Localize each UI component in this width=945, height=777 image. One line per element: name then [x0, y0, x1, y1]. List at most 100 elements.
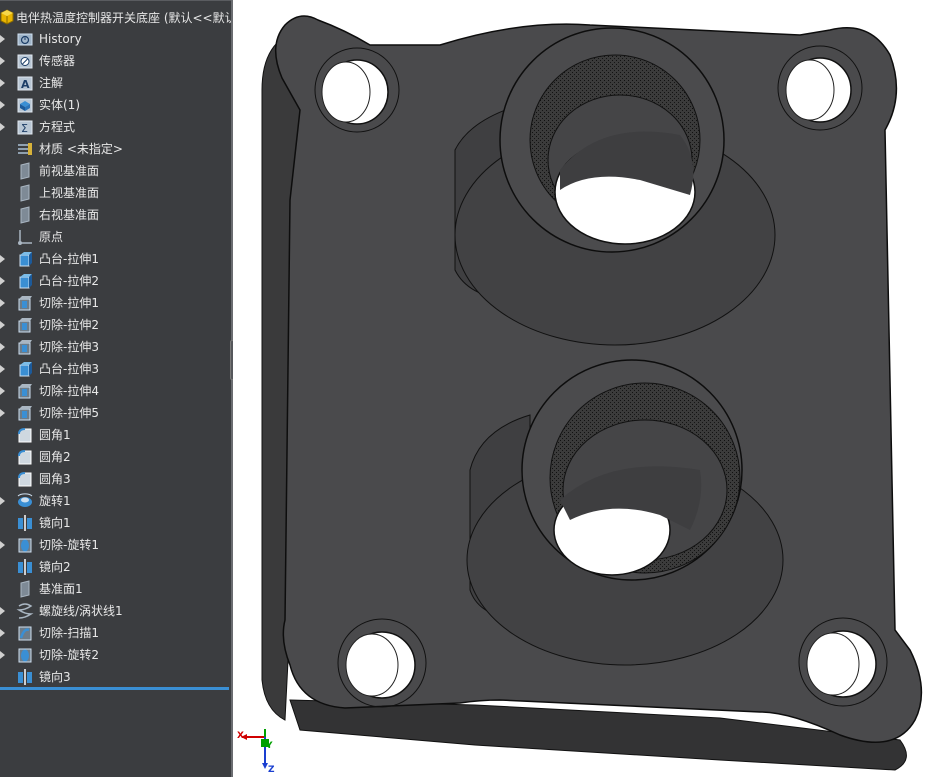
- tree-item[interactable]: 原点: [0, 226, 231, 248]
- tree-item-label: 圆角3: [39, 472, 71, 486]
- expand-arrow-icon[interactable]: [0, 35, 5, 43]
- expand-arrow-icon[interactable]: [0, 101, 5, 109]
- plane-icon: [20, 580, 30, 598]
- tree-item-label: 镜向3: [39, 670, 71, 684]
- tree-item[interactable]: 螺旋线/涡状线1: [0, 600, 231, 622]
- expand-arrow-icon[interactable]: [0, 365, 5, 373]
- tree-item[interactable]: 圆角2: [0, 446, 231, 468]
- tree-item-label: 切除-拉伸3: [39, 340, 99, 354]
- tree-item-label: 前视基准面: [39, 164, 100, 178]
- tree-item-label: 实体(1): [39, 98, 80, 112]
- cut-extrude-icon: [18, 406, 32, 421]
- plane-icon: [20, 162, 30, 180]
- tree-item[interactable]: 切除-旋转2: [0, 644, 231, 666]
- mirror-icon: [18, 515, 32, 531]
- expand-arrow-icon[interactable]: [0, 629, 5, 637]
- cut-sweep-icon: [18, 626, 32, 641]
- tree-item-label: 右视基准面: [39, 208, 100, 222]
- equations-icon: Σ: [17, 120, 33, 135]
- part-model[interactable]: [233, 0, 945, 777]
- tree-item[interactable]: 前视基准面: [0, 160, 231, 182]
- expand-arrow-icon[interactable]: [0, 607, 5, 615]
- triad-z-label: Z: [268, 765, 275, 775]
- cut-extrude-icon: [18, 318, 32, 333]
- material-icon: [18, 143, 32, 155]
- tree-item[interactable]: 切除-拉伸2: [0, 314, 231, 336]
- tree-item-label: 凸台-拉伸1: [39, 252, 99, 266]
- tree-item[interactable]: 凸台-拉伸1: [0, 248, 231, 270]
- tree-item[interactable]: Σ 方程式: [0, 116, 231, 138]
- expand-arrow-icon[interactable]: [0, 123, 5, 131]
- tree-item[interactable]: 凸台-拉伸3: [0, 358, 231, 380]
- tree-item-label: 切除-拉伸5: [39, 406, 99, 420]
- expand-arrow-icon[interactable]: [0, 57, 5, 65]
- expand-arrow-icon[interactable]: [0, 255, 5, 263]
- boss-extrude-icon: [19, 274, 32, 289]
- helix-icon: [16, 603, 34, 619]
- expand-arrow-icon[interactable]: [0, 321, 5, 329]
- tree-item-label: 圆角2: [39, 450, 71, 464]
- tree-item[interactable]: 基准面1: [0, 578, 231, 600]
- boss-extrude-icon: [19, 252, 32, 267]
- expand-arrow-icon[interactable]: [0, 651, 5, 659]
- tree-root-row[interactable]: 电伴热温度控制器开关底座 (默认<<默认>: [0, 0, 231, 29]
- tree-item[interactable]: A 注解: [0, 72, 231, 94]
- tree-item[interactable]: 实体(1): [0, 94, 231, 116]
- tree-item[interactable]: 圆角1: [0, 424, 231, 446]
- plane-icon: [20, 206, 30, 224]
- tree-item[interactable]: 圆角3: [0, 468, 231, 490]
- tree-item-label: 原点: [39, 230, 64, 244]
- tree-item[interactable]: 切除-旋转1: [0, 534, 231, 556]
- expand-arrow-icon[interactable]: [0, 497, 5, 505]
- tree-item[interactable]: 镜向2: [0, 556, 231, 578]
- tree-item-label: 基准面1: [39, 582, 83, 596]
- triad-x-label: X: [237, 731, 244, 741]
- fillet-icon: [18, 450, 32, 465]
- tree-item[interactable]: 镜向3: [0, 666, 231, 688]
- expand-arrow-icon[interactable]: [0, 541, 5, 549]
- expand-arrow-icon[interactable]: [0, 343, 5, 351]
- tree-item[interactable]: 切除-拉伸1: [0, 292, 231, 314]
- feature-manager-tree: 电伴热温度控制器开关底座 (默认<<默认> History 传感器 A 注解实体(1)…: [0, 0, 231, 777]
- solid-bodies-icon: [17, 98, 33, 113]
- tree-item-label: 切除-旋转2: [39, 648, 99, 662]
- graphics-viewport[interactable]: X Y Z: [233, 0, 945, 777]
- tree-item[interactable]: 旋转1: [0, 490, 231, 512]
- cut-extrude-icon: [18, 384, 32, 399]
- annotations-icon: A: [17, 76, 33, 91]
- cut-extrude-icon: [18, 296, 32, 311]
- cut-revolve-icon: [18, 538, 32, 553]
- sensors-icon: [17, 54, 33, 69]
- tree-item[interactable]: 右视基准面: [0, 204, 231, 226]
- tree-item[interactable]: 切除-拉伸5: [0, 402, 231, 424]
- tree-item[interactable]: History: [0, 28, 231, 50]
- tree-item-label: 螺旋线/涡状线1: [39, 604, 123, 618]
- tree-item[interactable]: 传感器: [0, 50, 231, 72]
- plane-icon: [20, 184, 30, 202]
- fillet-icon: [18, 472, 32, 487]
- tree-item-label: 材质 <未指定>: [39, 142, 123, 156]
- tree-item-label: History: [39, 32, 82, 46]
- expand-arrow-icon[interactable]: [0, 299, 5, 307]
- tree-item-label: 切除-拉伸2: [39, 318, 99, 332]
- expand-arrow-icon[interactable]: [0, 387, 5, 395]
- origin-icon: [18, 230, 32, 245]
- tree-item[interactable]: 上视基准面: [0, 182, 231, 204]
- tree-item-label: 切除-旋转1: [39, 538, 99, 552]
- tree-item[interactable]: 切除-拉伸3: [0, 336, 231, 358]
- tree-item[interactable]: 镜向1: [0, 512, 231, 534]
- cut-revolve-icon: [18, 648, 32, 663]
- history-folder-icon: [17, 33, 33, 46]
- tree-item[interactable]: 材质 <未指定>: [0, 138, 231, 160]
- tree-item[interactable]: 切除-扫描1: [0, 622, 231, 644]
- expand-arrow-icon[interactable]: [0, 409, 5, 417]
- tree-item[interactable]: 凸台-拉伸2: [0, 270, 231, 292]
- expand-arrow-icon[interactable]: [0, 277, 5, 285]
- svg-text:Σ: Σ: [21, 122, 28, 135]
- expand-arrow-icon[interactable]: [0, 79, 5, 87]
- fillet-icon: [18, 428, 32, 443]
- rollback-bar[interactable]: [0, 687, 229, 690]
- tree-item-label: 传感器: [39, 54, 76, 68]
- tree-item[interactable]: 切除-拉伸4: [0, 380, 231, 402]
- tree-item-label: 圆角1: [39, 428, 71, 442]
